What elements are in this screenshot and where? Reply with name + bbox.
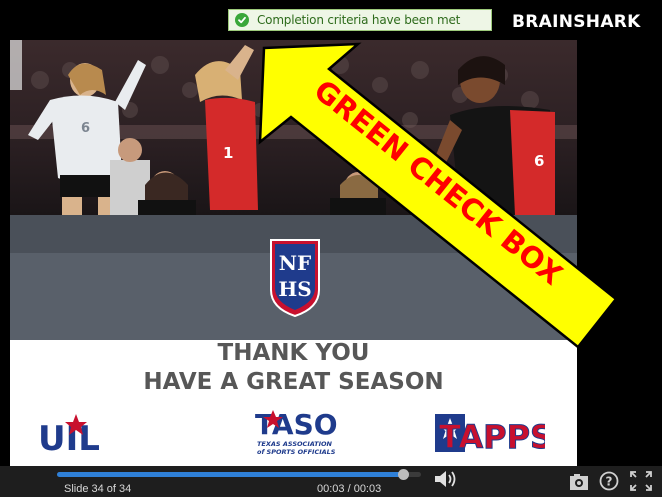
time-display: 00:03 / 00:03: [317, 483, 382, 495]
svg-text:?: ?: [606, 475, 613, 489]
right-panel: [577, 40, 662, 466]
nfhs-text-top: NF: [279, 251, 311, 275]
slide-canvas: 6 1 6 NF HS THANK YOU HAVE A GREAT SEASO…: [10, 40, 577, 466]
tapps-logo-text: TAPPS: [439, 418, 545, 456]
tapps-logo: TAPPS: [435, 414, 545, 456]
taso-subtitle-2: of SPORTS OFFICIALS: [257, 448, 336, 456]
taso-logo-text: TASO: [255, 408, 338, 441]
taso-logo: TASO TEXAS ASSOCIATION of SPORTS OFFICIA…: [255, 408, 338, 456]
player-controls: Slide 34 of 34 00:03 / 00:03 ?: [0, 466, 662, 497]
brand-logo: BRAINSHARK: [512, 12, 641, 32]
progress-fill: [57, 472, 403, 477]
thank-you-heading: THANK YOU: [217, 340, 370, 366]
nfhs-logo: NF HS: [270, 239, 320, 318]
season-heading: HAVE A GREAT SEASON: [143, 369, 444, 395]
check-icon: [235, 13, 249, 27]
volume-icon[interactable]: [432, 470, 458, 488]
completion-status-box: Completion criteria have been met: [228, 9, 492, 31]
taso-subtitle-1: TEXAS ASSOCIATION: [257, 440, 333, 448]
progress-bar[interactable]: [57, 469, 421, 480]
player-number: 6: [81, 121, 90, 136]
volleyball-photo: 6 1 6: [10, 40, 577, 215]
completion-text: Completion criteria have been met: [257, 13, 461, 27]
uil-logo: UIL: [38, 414, 100, 456]
fullscreen-icon[interactable]: [628, 469, 654, 493]
help-icon[interactable]: ?: [599, 471, 619, 491]
screenshot-icon[interactable]: [569, 473, 589, 491]
progress-knob[interactable]: [397, 469, 409, 480]
top-bar: Completion criteria have been met BRAINS…: [0, 0, 662, 40]
slide-counter: Slide 34 of 34: [64, 483, 132, 495]
nfhs-text-bottom: HS: [278, 277, 311, 301]
player-number: 6: [534, 152, 544, 170]
player-number: 1: [223, 144, 233, 162]
